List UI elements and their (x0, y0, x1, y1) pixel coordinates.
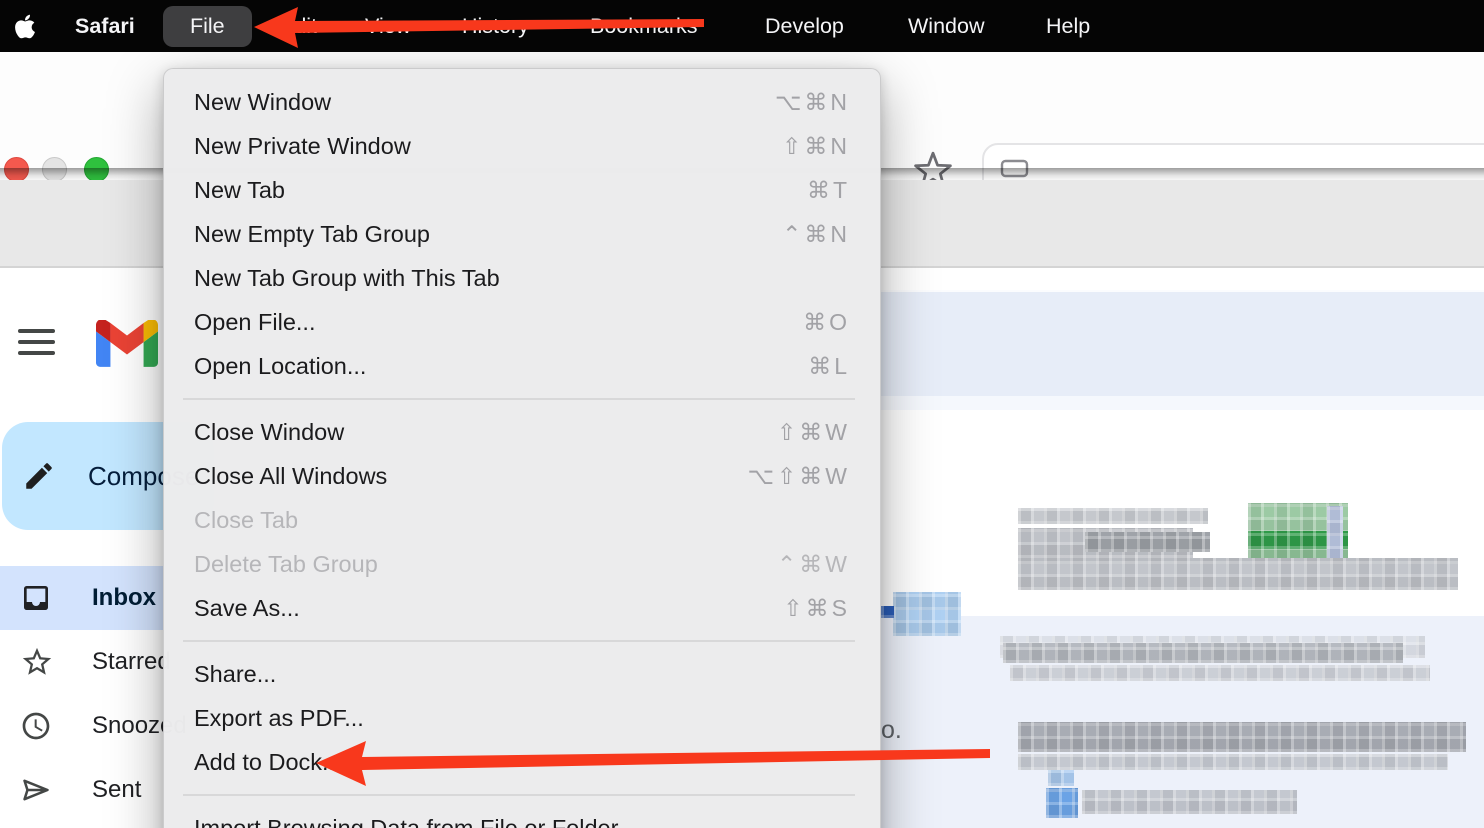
menu-item[interactable]: Open Location... ⌘L (164, 344, 880, 388)
send-icon (20, 774, 52, 806)
sidebar-item-label: Inbox (92, 584, 156, 612)
menu-bar-item[interactable]: Safari (75, 0, 135, 52)
menu-bar-items: Safari File Edit View History Bookmarks … (0, 0, 1484, 52)
menu-item-shortcut: ⇧⌘N (782, 133, 850, 160)
menu-bar-item[interactable]: Help (1046, 0, 1090, 52)
menu-item[interactable]: Export as PDF... (164, 696, 880, 740)
menu-item-label: Close All Windows (194, 463, 387, 490)
menu-item-label: Open Location... (194, 353, 366, 380)
redacted-content-block (1048, 770, 1074, 786)
menu-item[interactable]: Close All Windows ⌥⇧⌘W (164, 454, 880, 498)
redacted-content-block (893, 592, 961, 636)
redacted-content-block (881, 606, 894, 618)
macos-menu-bar: Safari File Edit View History Bookmarks … (0, 0, 1484, 52)
screenshot-root: ✕ G o (0, 0, 1484, 828)
menu-item-label: Export as PDF... (194, 705, 364, 732)
menu-item-label: New Tab Group with This Tab (194, 265, 500, 292)
gmail-logo (96, 320, 158, 367)
menu-item-label: Import Browsing Data from File or Folder (194, 815, 618, 828)
menu-item-label: Share... (194, 661, 276, 688)
redacted-content-block (1046, 788, 1078, 818)
menu-item-label: Delete Tab Group (194, 551, 378, 578)
menu-item-label: Close Window (194, 419, 344, 446)
menu-bar-item[interactable]: Window (908, 0, 984, 52)
menu-item[interactable]: Close Window ⇧⌘W (164, 410, 880, 454)
redacted-content-block (1018, 558, 1458, 590)
sidebar-item-label: Starred (92, 648, 171, 676)
menu-bar-item[interactable]: File (163, 6, 252, 47)
menu-item-shortcut: ⇧⌘S (783, 595, 850, 622)
menu-item-shortcut: ⇧⌘W (777, 419, 850, 446)
menu-item-label: New Window (194, 89, 331, 116)
menu-item[interactable]: Import Browsing Data from File or Folder (164, 806, 880, 828)
menu-bar-item[interactable]: Develop (765, 0, 844, 52)
menu-item-label: New Tab (194, 177, 285, 204)
redacted-content-block (1082, 790, 1297, 814)
menu-item-label: Open File... (194, 309, 315, 336)
inbox-icon (20, 582, 52, 614)
menu-item-label: New Empty Tab Group (194, 221, 430, 248)
redacted-content-block (1327, 506, 1343, 562)
menu-item[interactable]: Delete Tab Group ⌃⌘W (164, 542, 880, 586)
redacted-content-block (1018, 754, 1448, 770)
menu-item-shortcut: ⌃⌘N (782, 221, 850, 248)
menu-separator (183, 640, 855, 642)
sidebar-item-label: Sent (92, 776, 141, 804)
menu-item[interactable]: Close Tab (164, 498, 880, 542)
menu-item-shortcut: ⌘L (808, 353, 850, 380)
menu-separator (183, 398, 855, 400)
menu-item[interactable]: New Private Window ⇧⌘N (164, 124, 880, 168)
menu-item[interactable]: New Window ⌥⌘N (164, 80, 880, 124)
redacted-content-block (1003, 643, 1403, 663)
pencil-icon (22, 459, 56, 493)
main-menu-hamburger-icon[interactable] (18, 329, 55, 355)
menu-item[interactable]: Save As... ⇧⌘S (164, 586, 880, 630)
menu-item-shortcut: ⌘T (807, 177, 850, 204)
menu-item-label: Save As... (194, 595, 300, 622)
menu-item[interactable]: New Empty Tab Group ⌃⌘N (164, 212, 880, 256)
menu-separator (183, 794, 855, 796)
menu-item-shortcut: ⌘O (803, 309, 850, 336)
star-icon (20, 645, 54, 679)
redacted-content-block (1018, 722, 1466, 752)
menu-item-label: Close Tab (194, 507, 298, 534)
redacted-content-block (1085, 532, 1210, 552)
menu-item-shortcut: ⌃⌘W (777, 551, 850, 578)
redacted-content-block (1018, 508, 1208, 524)
file-menu-dropdown: New Window ⌥⌘N New Private Window ⇧⌘N Ne… (163, 68, 881, 828)
menu-item[interactable]: Share... (164, 652, 880, 696)
menu-item-shortcut: ⌥⇧⌘W (748, 463, 850, 490)
cutoff-text-fragment: o. (881, 716, 902, 745)
menu-item[interactable]: Open File... ⌘O (164, 300, 880, 344)
redacted-content-block (1010, 665, 1430, 681)
menu-item[interactable]: New Tab Group with This Tab (164, 256, 880, 300)
menu-item-label: New Private Window (194, 133, 411, 160)
menu-item[interactable]: New Tab ⌘T (164, 168, 880, 212)
menu-item-shortcut: ⌥⌘N (775, 89, 850, 116)
clock-icon (20, 710, 52, 742)
